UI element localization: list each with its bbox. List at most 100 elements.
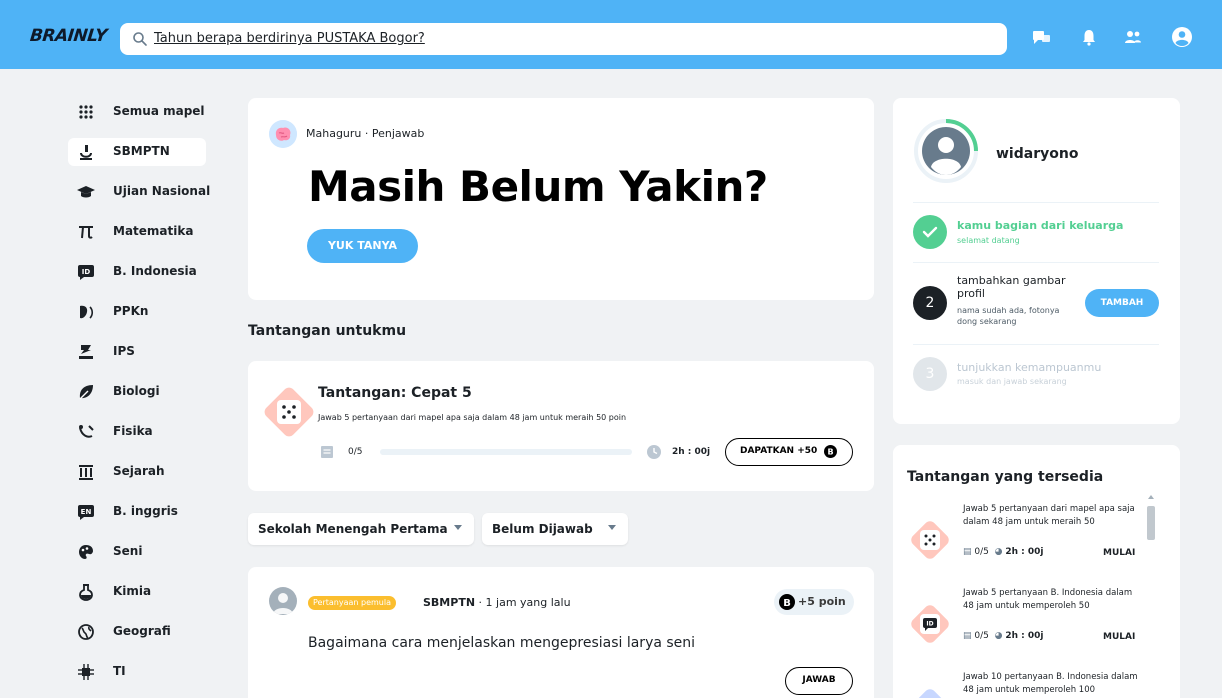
svg-text:EN: EN	[81, 508, 92, 516]
available-challenge-item[interactable]: ID Jawab 5 pertanyaan B. Indonesia dalam…	[907, 587, 1147, 667]
sidebar-item-b-indonesia[interactable]: ID B. Indonesia	[68, 258, 206, 286]
ask-question-card: Mahaguru · Penjawab Masih Belum Yakin? Y…	[248, 98, 874, 300]
status-filter-dropdown[interactable]: Belum Dijawab	[482, 513, 628, 545]
ppkn-icon	[80, 305, 94, 319]
question-meta: SBMPTN · 1 jam yang lalu	[423, 596, 571, 609]
svg-text:B: B	[827, 448, 833, 457]
available-challenge-progress: 0/5	[974, 547, 989, 557]
step-1-title: kamu bagian dari keluarga	[957, 219, 1124, 232]
profile-username[interactable]: widaryono	[996, 146, 1078, 162]
sidebar-item-ujian-nasional[interactable]: Ujian Nasional	[68, 178, 210, 206]
friends-icon[interactable]	[1122, 26, 1144, 48]
answer-button[interactable]: JAWAB	[785, 667, 853, 695]
brainly-points-icon: B	[824, 445, 837, 458]
graduation-cap-icon	[77, 186, 95, 198]
available-challenge-item[interactable]: Jawab 5 pertanyaan dari mapel apa saja d…	[907, 503, 1147, 583]
sidebar-item-sejarah[interactable]: Sejarah	[68, 458, 206, 486]
sidebar-item-label: Matematika	[113, 224, 194, 238]
grid-icon	[79, 105, 93, 119]
sidebar-item-matematika[interactable]: Matematika	[68, 218, 206, 246]
step-3-number: 3	[913, 357, 947, 391]
pi-icon	[79, 226, 93, 239]
available-challenges-title: Tantangan yang tersedia	[907, 469, 1104, 485]
points-value: +5 poin	[798, 595, 846, 608]
sidebar-item-label: SBMPTN	[113, 144, 170, 158]
level-filter-dropdown[interactable]: Sekolah Menengah Pertama	[248, 513, 474, 545]
search-query: Tahun berapa berdirinya PUSTAKA Bogor?	[154, 31, 425, 46]
available-challenge-description: Jawab 5 pertanyaan B. Indonesia dalam 48…	[963, 588, 1133, 611]
sidebar-item-kimia[interactable]: Kimia	[68, 578, 206, 606]
id-badge-icon: ID	[78, 265, 94, 280]
points-badge: B +5 poin	[774, 589, 854, 615]
sidebar-item-biologi[interactable]: Biologi	[68, 378, 206, 406]
search-icon	[133, 32, 147, 46]
profile-card: widaryono kamu bagian dari keluarga sela…	[893, 98, 1180, 424]
document-icon	[321, 446, 333, 458]
ips-icon	[79, 345, 93, 359]
step-3-title: tunjukkan kemampuanmu	[957, 361, 1102, 374]
start-challenge-button[interactable]: MULAI	[1103, 632, 1135, 642]
palette-icon	[79, 545, 93, 559]
en-badge-icon: EN	[78, 505, 94, 520]
start-challenge-button[interactable]: MULAI	[1103, 548, 1135, 558]
sidebar-item-label: TI	[113, 664, 126, 678]
sidebar-item-sbmptn[interactable]: SBMPTN	[68, 138, 206, 166]
sidebar-item-b-inggris[interactable]: EN B. inggris	[68, 498, 206, 526]
sidebar-item-semua-mapel[interactable]: Semua mapel	[68, 98, 206, 126]
microscope-icon	[80, 145, 92, 160]
globe-icon	[78, 624, 94, 640]
question-text[interactable]: Bagaimana cara menjelaskan mengepresiasi…	[308, 635, 695, 651]
svg-text:ID: ID	[926, 621, 933, 628]
add-photo-button[interactable]: TAMBAH	[1085, 289, 1159, 317]
available-challenge-meta: ▤ 0/5 ◕ 2h : 00j	[963, 631, 1044, 641]
brainly-logo[interactable]: BRAINLY	[29, 26, 108, 46]
challenges-section-title: Tantangan untukmu	[248, 323, 407, 339]
bell-icon[interactable]	[1078, 26, 1100, 48]
search-input[interactable]: Tahun berapa berdirinya PUSTAKA Bogor?	[120, 23, 1007, 55]
question-card[interactable]: Pertanyaan pemula SBMPTN · 1 jam yang la…	[248, 567, 874, 698]
available-challenge-meta: ▤ 0/5 ◕ 2h : 00j	[963, 547, 1044, 557]
chevron-down-icon	[454, 525, 462, 530]
svg-text:B: B	[783, 598, 791, 609]
sidebar-item-geografi[interactable]: Geografi	[68, 618, 206, 646]
clock-icon	[647, 445, 661, 459]
step-2-number: 2	[913, 286, 947, 320]
sidebar-item-label: Geografi	[113, 624, 171, 638]
asker-avatar[interactable]	[269, 587, 297, 615]
challenge-diamond	[908, 686, 952, 698]
sidebar-item-label: Semua mapel	[113, 104, 205, 118]
challenge-card[interactable]: Tantangan: Cepat 5 Jawab 5 pertanyaan da…	[248, 361, 874, 491]
claim-reward-button[interactable]: DAPATKAN +50 B	[725, 438, 853, 466]
sidebar-item-label: Fisika	[113, 424, 153, 438]
step-3-subtitle: masuk dan jawab sekarang	[957, 377, 1067, 386]
sidebar-item-label: Kimia	[113, 584, 152, 598]
document-icon: ▤	[963, 631, 972, 641]
building-icon	[79, 465, 93, 480]
profile-icon[interactable]	[1171, 26, 1193, 48]
sidebar-item-ips[interactable]: IPS	[68, 338, 206, 366]
status-filter-value: Belum Dijawab	[492, 522, 593, 536]
divider	[913, 344, 1159, 345]
sidebar-item-ti[interactable]: TI	[68, 658, 206, 686]
messages-icon[interactable]	[1030, 26, 1052, 48]
level-filter-value: Sekolah Menengah Pertama	[258, 522, 448, 536]
sidebar-item-seni[interactable]: Seni	[68, 538, 206, 566]
physics-icon	[79, 425, 94, 438]
step-2-subtitle: nama sudah ada, fotonya dong sekarang	[957, 306, 1060, 326]
sidebar-item-fisika[interactable]: Fisika	[68, 418, 206, 446]
challenge-description: Jawab 5 pertanyaan dari mapel apa saja d…	[318, 413, 627, 422]
clock-icon: ◕	[994, 547, 1003, 557]
hero-headline: Masih Belum Yakin?	[308, 162, 768, 211]
sidebar-item-label: B. inggris	[113, 504, 178, 518]
sidebar-item-label: Ujian Nasional	[113, 184, 211, 198]
flask-icon	[79, 584, 93, 601]
top-bar: BRAINLY Tahun berapa berdirinya PUSTAKA …	[0, 0, 1222, 69]
ask-question-button[interactable]: YUK TANYA	[307, 229, 418, 263]
sidebar-item-ppkn[interactable]: PPKn	[68, 298, 206, 326]
available-challenge-item[interactable]: Jawab 10 pertanyaan B. Indonesia dalam 4…	[907, 671, 1147, 698]
challenges-scrollbar[interactable]	[1145, 492, 1157, 698]
sidebar-item-label: Sejarah	[113, 464, 165, 478]
divider	[913, 262, 1159, 263]
id-badge-icon: ID	[920, 614, 940, 634]
question-subject[interactable]: SBMPTN	[423, 596, 475, 609]
